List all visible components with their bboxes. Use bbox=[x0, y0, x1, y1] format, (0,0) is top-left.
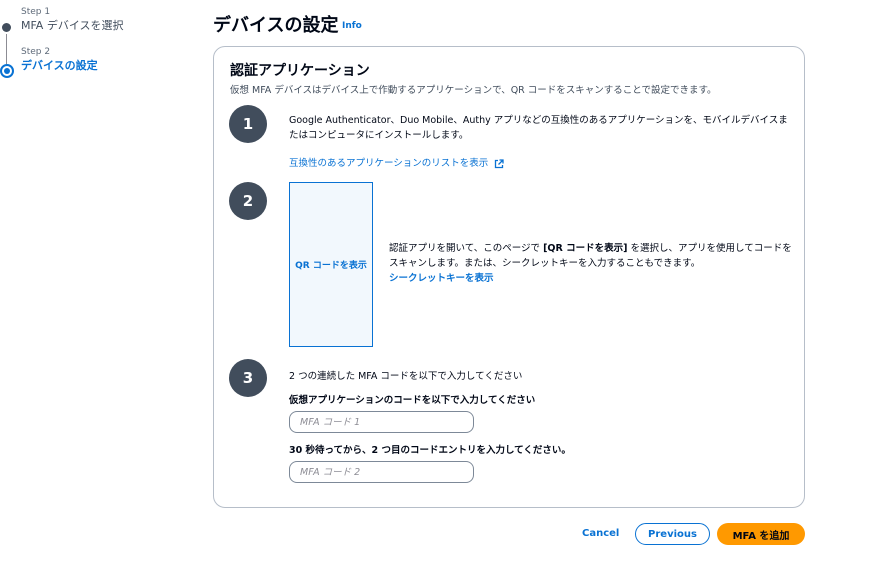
mfa-code-2-label: 30 秒待ってから、2 つ目のコードエントリを入力してください。 bbox=[289, 445, 571, 456]
compatible-apps-link-label[interactable]: 互換性のあるアプリケーションのリストを表示 bbox=[289, 158, 488, 169]
add-mfa-button[interactable]: MFA を追加 bbox=[717, 523, 805, 545]
show-secret-key-link[interactable]: シークレットキーを表示 bbox=[389, 273, 494, 284]
step-1-number: Step 1 bbox=[21, 7, 51, 17]
external-link-icon bbox=[495, 158, 504, 168]
mfa-code-1-label: 仮想アプリケーションのコードを以下で入力してください bbox=[289, 395, 536, 406]
container-description: 仮想 MFA デバイスはデバイス上で作動するアプリケーションで、QR コードをス… bbox=[230, 85, 717, 96]
previous-button[interactable]: Previous bbox=[635, 523, 710, 545]
step2-text-bold: [QR コードを表示] bbox=[543, 243, 628, 254]
compatible-apps-link[interactable]: 互換性のあるアプリケーションのリストを表示 bbox=[289, 155, 504, 169]
show-qr-code-button[interactable]: QR コードを表示 bbox=[295, 258, 367, 271]
qr-code-area[interactable]: QR コードを表示 bbox=[289, 182, 373, 347]
step-2-title: デバイスの設定 bbox=[21, 59, 98, 72]
step-number-2: 2 bbox=[229, 182, 267, 220]
mfa-code-1-input[interactable] bbox=[289, 411, 474, 433]
step2-instructions: 認証アプリを開いて、このページで [QR コードを表示] を選択し、アプリを使用… bbox=[389, 241, 794, 286]
step-number-3: 3 bbox=[229, 359, 267, 397]
step2-text-before: 認証アプリを開いて、このページで bbox=[389, 243, 544, 254]
container-title: 認証アプリケーション bbox=[230, 63, 370, 79]
mfa-code-2-input[interactable] bbox=[289, 461, 474, 483]
step1-instructions: Google Authenticator、Duo Mobile、Authy アプ… bbox=[289, 115, 788, 141]
step3-instructions: 2 つの連続した MFA コードを以下で入力してください bbox=[289, 371, 523, 382]
step-2: Step 2 デバイスの設定 bbox=[0, 46, 190, 74]
authenticator-app-container: 認証アプリケーション 仮想 MFA デバイスはデバイス上で作動するアプリケーショ… bbox=[213, 46, 805, 508]
step-1-title[interactable]: MFA デバイスを選択 bbox=[21, 18, 190, 34]
cancel-button[interactable]: Cancel bbox=[582, 528, 619, 539]
step-2-number: Step 2 bbox=[21, 47, 51, 57]
wizard-stepper: Step 1 MFA デバイスを選択 Step 2 デバイスの設定 bbox=[0, 6, 190, 78]
step-1[interactable]: Step 1 MFA デバイスを選択 bbox=[0, 6, 190, 34]
info-link[interactable]: Info bbox=[342, 21, 362, 31]
step-number-1: 1 bbox=[229, 105, 267, 143]
page-title: デバイスの設定 bbox=[213, 15, 339, 36]
